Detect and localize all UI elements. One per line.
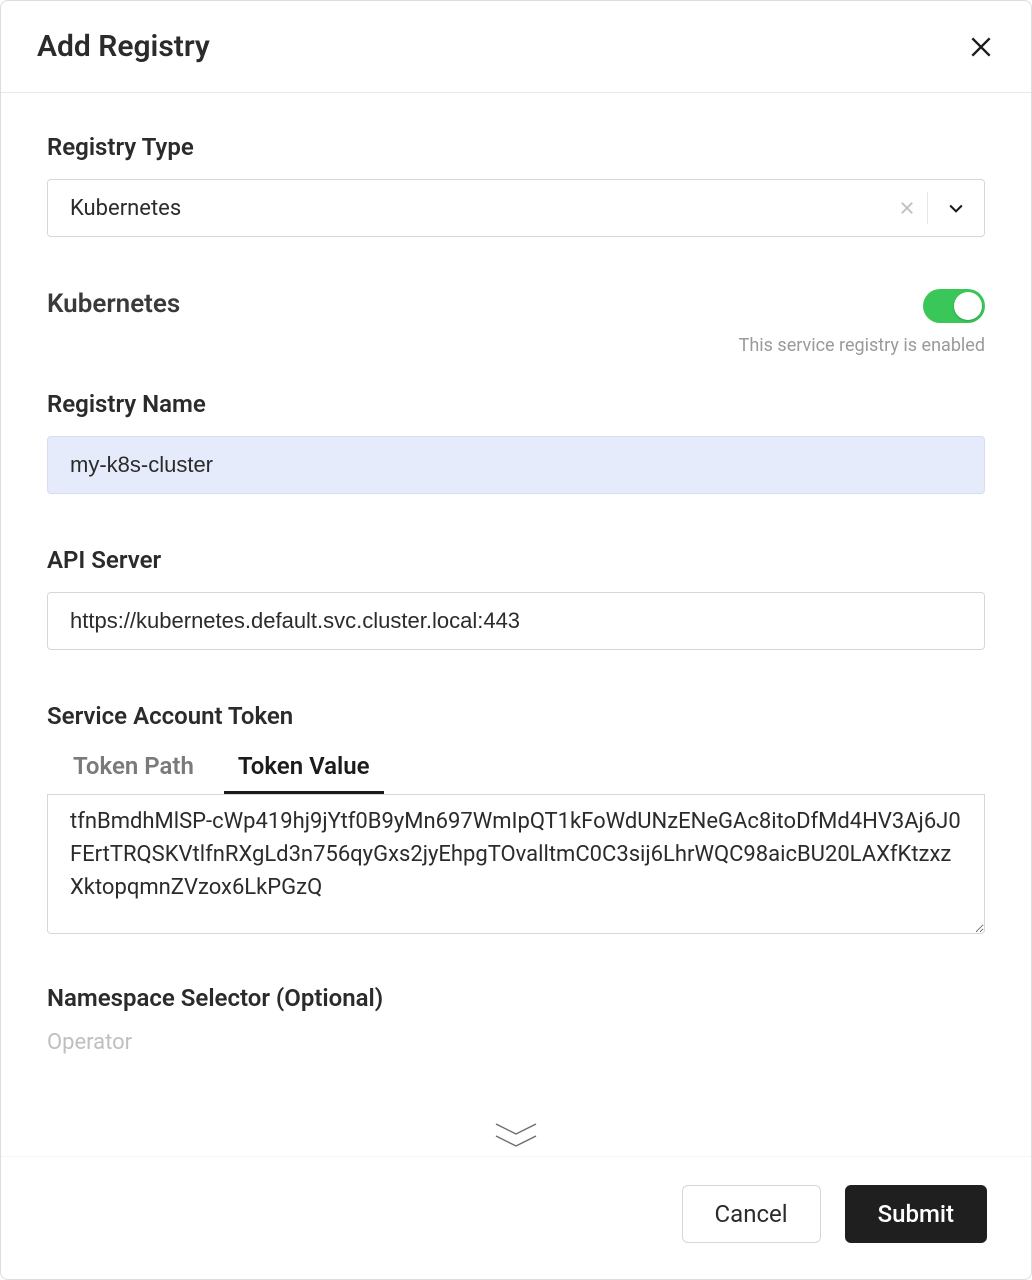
- close-button[interactable]: [967, 33, 995, 61]
- enable-registry-toggle[interactable]: [923, 289, 985, 323]
- service-account-token-label: Service Account Token: [47, 702, 985, 730]
- close-icon: [968, 34, 994, 60]
- kubernetes-section-title: Kubernetes: [47, 289, 180, 319]
- registry-type-select[interactable]: Kubernetes: [47, 179, 985, 237]
- namespace-selector-label: Namespace Selector (Optional): [47, 984, 985, 1012]
- modal-header: Add Registry: [1, 1, 1031, 93]
- registry-name-label: Registry Name: [47, 390, 985, 418]
- kubernetes-section-header: Kubernetes This service registry is enab…: [47, 289, 985, 356]
- api-server-label: API Server: [47, 546, 985, 574]
- chevron-down-icon: [946, 198, 966, 218]
- token-value-textarea[interactable]: [47, 794, 985, 934]
- submit-button[interactable]: Submit: [845, 1185, 987, 1243]
- tab-token-path[interactable]: Token Path: [73, 752, 194, 794]
- clear-select-button[interactable]: [887, 199, 927, 217]
- expand-down-button[interactable]: [492, 1122, 540, 1150]
- registry-type-label: Registry Type: [47, 133, 985, 161]
- registry-type-value: Kubernetes: [70, 196, 887, 221]
- registry-name-input[interactable]: [47, 436, 985, 494]
- double-chevron-down-icon: [492, 1122, 540, 1150]
- select-dropdown-button[interactable]: [928, 198, 984, 218]
- token-tabs: Token Path Token Value: [47, 752, 985, 794]
- toggle-knob: [954, 292, 982, 320]
- modal-title: Add Registry: [37, 29, 210, 64]
- api-server-input[interactable]: [47, 592, 985, 650]
- enable-toggle-wrap: This service registry is enabled: [739, 289, 985, 356]
- tab-token-value[interactable]: Token Value: [238, 752, 370, 794]
- x-icon: [898, 199, 916, 217]
- operator-placeholder: Operator: [47, 1030, 985, 1055]
- cancel-button[interactable]: Cancel: [682, 1185, 821, 1243]
- modal-footer: Cancel Submit: [1, 1156, 1031, 1279]
- enable-hint: This service registry is enabled: [739, 335, 985, 356]
- modal-body: Registry Type Kubernetes Kubernetes This…: [1, 93, 1031, 1156]
